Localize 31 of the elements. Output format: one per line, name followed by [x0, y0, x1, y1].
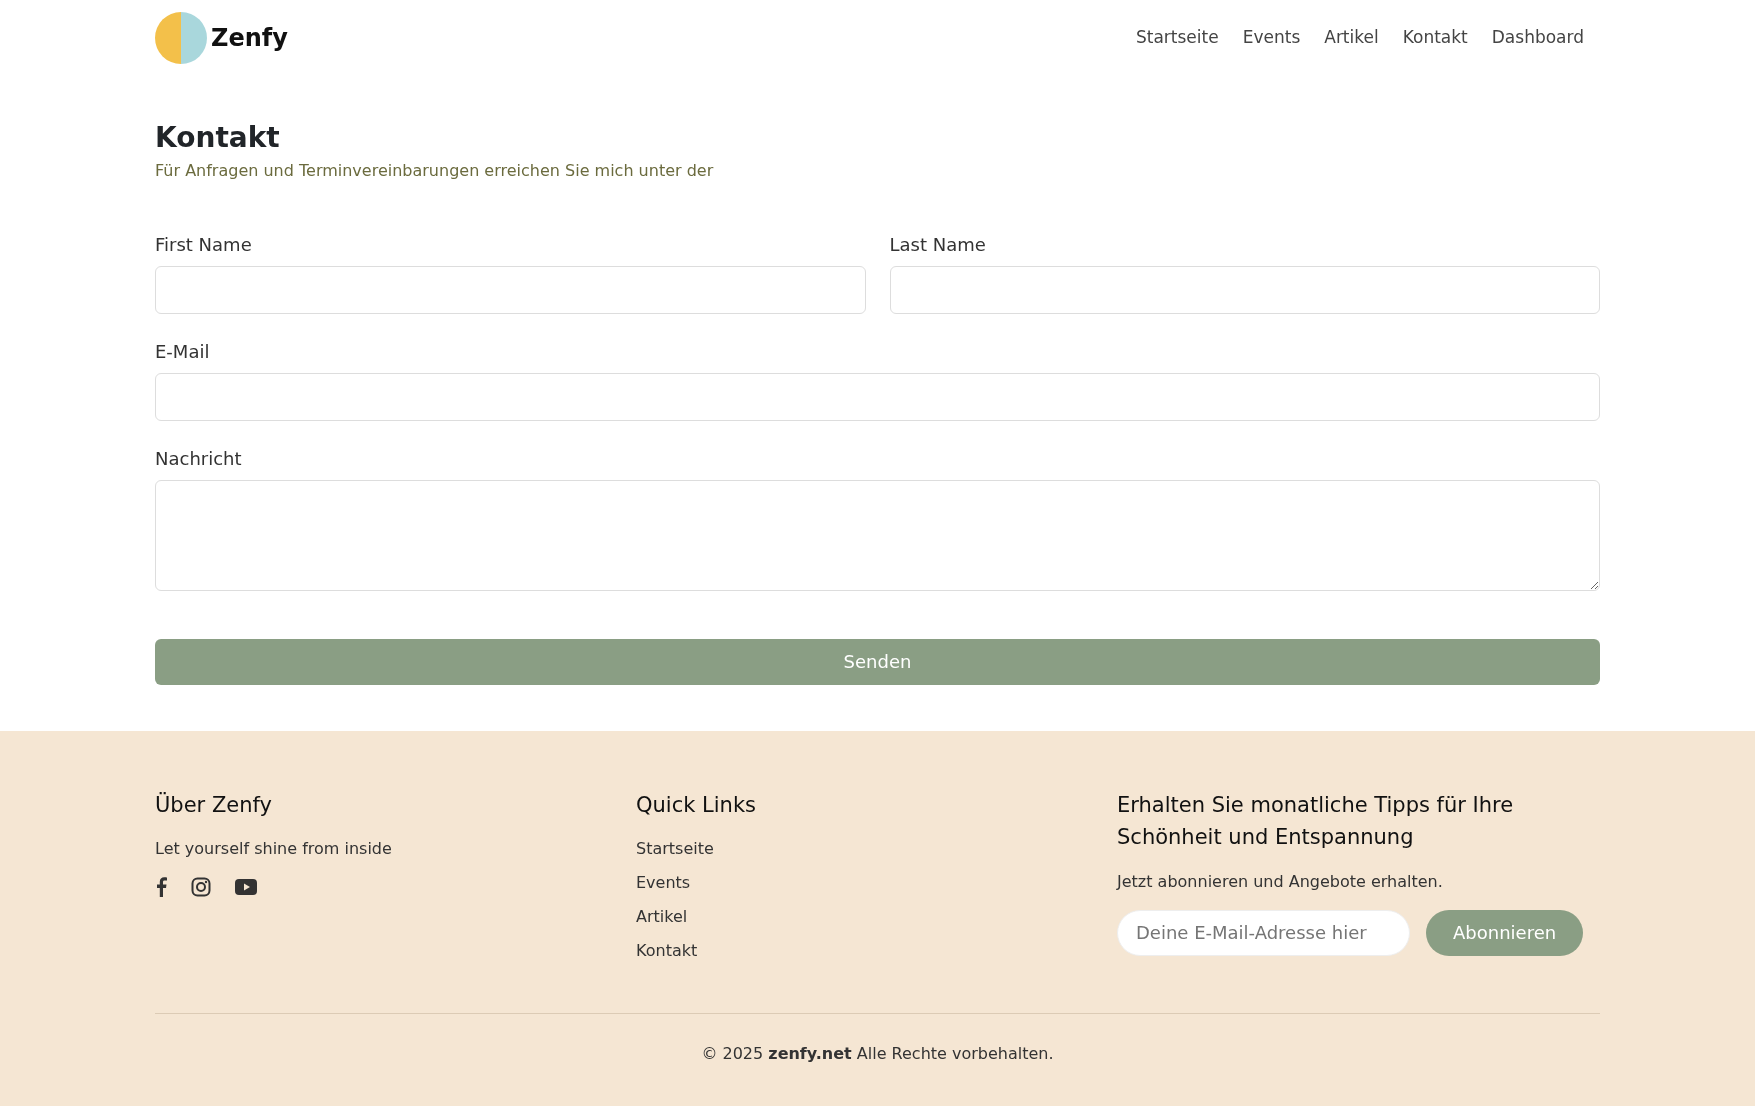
nav-link[interactable]: Startseite — [1136, 24, 1219, 51]
input-field[interactable] — [155, 372, 1600, 421]
facebook-icon[interactable] — [155, 877, 167, 898]
message-field[interactable] — [155, 479, 1600, 591]
copyright-text: © 2025 zenfy.net Alle Rechte vorbehalten. — [700, 1043, 1055, 1066]
footer-text: Let yourself shine from inside — [155, 838, 393, 861]
logo-icon — [155, 11, 207, 64]
nav-link[interactable]: Artikel — [1324, 24, 1379, 51]
page-subtitle: Für Anfragen und Terminvereinbarungen erreichen Sie mich unter der — [155, 159, 715, 182]
footer-heading: Quick Links — [636, 791, 757, 819]
newsletter-text: Jetzt abonnieren und Angebote erhalten. — [1117, 870, 1444, 893]
nav-link[interactable]: Dashboard — [1491, 24, 1584, 51]
footer-link[interactable]: Startseite — [636, 837, 714, 862]
footer-link[interactable]: Kontakt — [636, 939, 698, 964]
input-field[interactable] — [155, 265, 866, 314]
instagram-icon[interactable] — [191, 877, 211, 898]
footer-link[interactable]: Artikel — [636, 905, 688, 930]
footer-heading: Über Zenfy — [155, 791, 273, 819]
email-field[interactable]: Deine E-Mail-Adresse hier — [1117, 909, 1410, 956]
newsletter-heading: Erhalten Sie monatliche Tipps für Ihre Schönheit und Entspannung — [1117, 791, 1515, 852]
video-icon[interactable] — [235, 879, 257, 896]
brand-name: Zenfy — [211, 22, 288, 54]
nav-link[interactable]: Kontakt — [1402, 24, 1468, 51]
field-label: Nachricht — [155, 446, 243, 471]
field-label: First Name — [155, 232, 253, 257]
input-field[interactable] — [889, 265, 1600, 314]
page-title: Kontakt — [155, 121, 281, 155]
field-label: Last Name — [889, 232, 987, 257]
field-label: E-Mail — [155, 339, 211, 364]
footer-link[interactable]: Events — [636, 871, 691, 896]
nav-link[interactable]: Events — [1242, 24, 1301, 51]
